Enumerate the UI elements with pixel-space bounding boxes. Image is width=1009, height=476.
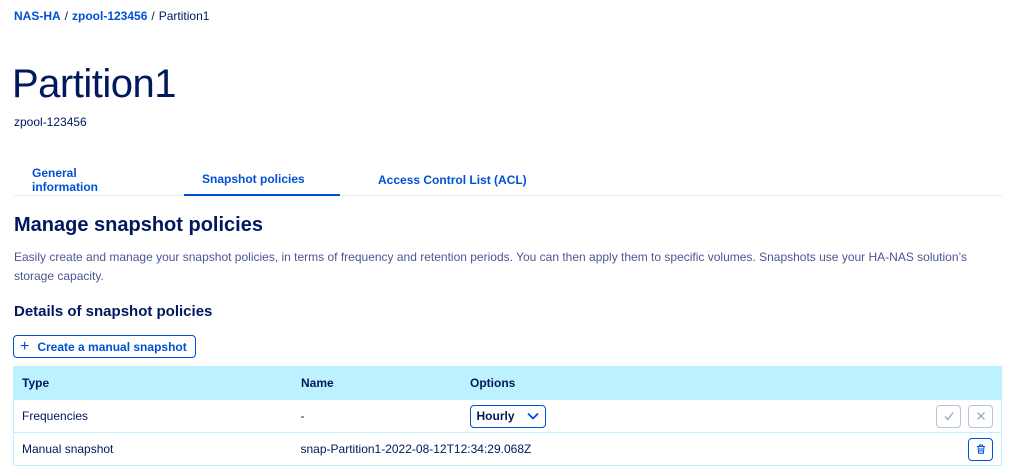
frequency-select[interactable]: Hourly <box>469 404 546 428</box>
cell-actions <box>749 432 1002 466</box>
chevron-down-icon <box>526 412 539 420</box>
section-title: Manage snapshot policies <box>14 214 263 236</box>
cell-name: snap-Partition1-2022-08-12T12:34:29.068Z <box>292 432 750 466</box>
breadcrumb-link-nas-ha[interactable]: NAS-HA <box>14 9 61 23</box>
page-subtitle: zpool-123456 <box>14 115 87 129</box>
column-header-actions <box>749 366 1002 400</box>
cell-type: Frequencies <box>13 399 293 433</box>
section-description: Easily create and manage your snapshot p… <box>14 250 967 283</box>
table-row: Frequencies - Hourly <box>13 399 1002 433</box>
close-icon <box>976 412 985 420</box>
tab-general-information[interactable]: General information <box>14 163 164 196</box>
column-header-name[interactable]: Name <box>292 366 462 400</box>
breadcrumb-link-zpool[interactable]: zpool-123456 <box>72 9 147 23</box>
breadcrumb-separator: / <box>151 9 155 23</box>
table-header-row: Type Name Options <box>13 366 1002 400</box>
tab-bar: General information Snapshot policies Ac… <box>14 163 1002 196</box>
breadcrumb: NAS-HA / zpool-123456 / Partition1 <box>14 9 209 23</box>
create-manual-snapshot-button[interactable]: + Create a manual snapshot <box>13 335 196 358</box>
breadcrumb-current: Partition1 <box>158 9 210 23</box>
breadcrumb-separator: / <box>64 9 69 23</box>
cell-name: - <box>292 399 462 433</box>
check-icon <box>944 412 954 421</box>
frequency-select-value: Hourly <box>476 409 515 423</box>
table-row: Manual snapshot snap-Partition1-2022-08-… <box>13 432 1002 466</box>
column-header-type[interactable]: Type <box>13 366 293 400</box>
cell-actions <box>749 399 1002 433</box>
cell-options: Hourly <box>461 399 750 433</box>
trash-icon <box>976 444 985 454</box>
delete-button[interactable] <box>968 437 993 461</box>
details-title: Details of snapshot policies <box>14 303 213 320</box>
create-manual-snapshot-label: Create a manual snapshot <box>37 339 187 354</box>
confirm-button[interactable] <box>936 404 961 428</box>
column-header-options[interactable]: Options <box>461 366 750 400</box>
page-title: Partition1 <box>12 62 176 106</box>
tab-access-control-list[interactable]: Access Control List (ACL) <box>360 163 545 196</box>
snapshot-policies-table: Type Name Options Frequencies - Hourly M… <box>13 366 1002 466</box>
tab-snapshot-policies[interactable]: Snapshot policies <box>184 163 340 196</box>
cell-type: Manual snapshot <box>13 432 293 466</box>
plus-icon: + <box>20 337 30 355</box>
cancel-button[interactable] <box>968 404 993 428</box>
